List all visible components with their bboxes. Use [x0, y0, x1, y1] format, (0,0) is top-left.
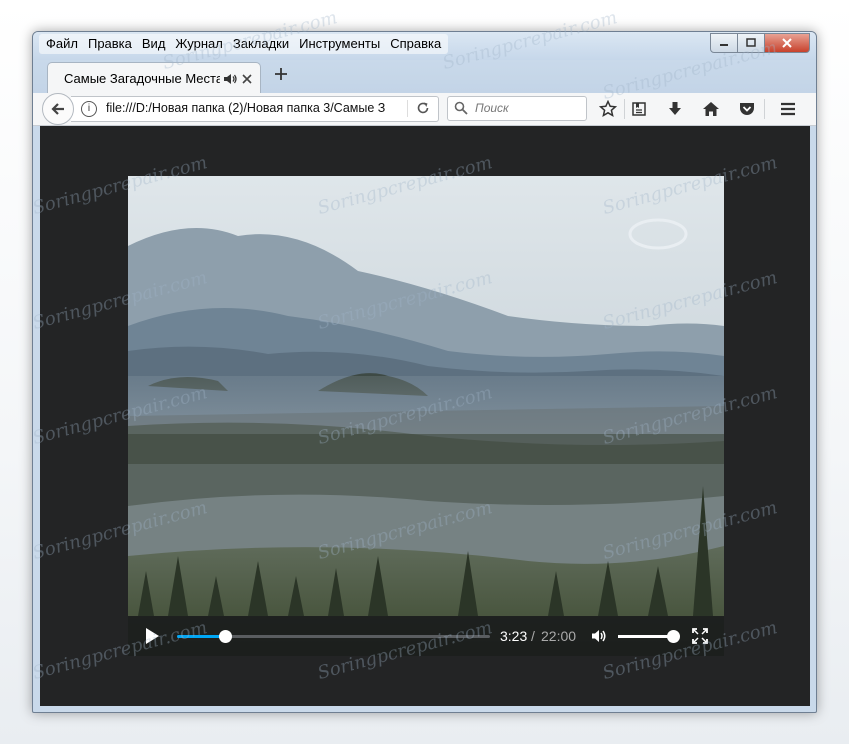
maximize-button[interactable] [738, 33, 765, 53]
menu-bar: Файл Правка Вид Журнал Закладки Инструме… [39, 34, 449, 54]
menu-view[interactable]: Вид [137, 34, 171, 54]
minimize-icon [720, 44, 728, 46]
home-button[interactable] [701, 99, 721, 119]
bookmarks-menu-button[interactable] [629, 99, 649, 119]
download-arrow-icon [669, 102, 681, 115]
seek-bar-handle[interactable] [219, 630, 233, 643]
navigation-bar: i file:///D:/Новая папка (2)/Новая папка… [33, 93, 816, 126]
menu-tools[interactable]: Инструменты [294, 34, 385, 54]
tab-title: Самые Загадочные Места.w [64, 71, 220, 86]
toolbar-divider [624, 99, 625, 119]
menu-help[interactable]: Справка [385, 34, 446, 54]
toolbar-divider [764, 99, 765, 119]
menu-bookmarks[interactable]: Закладки [228, 34, 294, 54]
close-icon [782, 38, 792, 48]
current-time: 3:23 [500, 628, 528, 644]
maximize-icon [746, 38, 756, 47]
page-content: 3:23 / 22:00 [40, 126, 810, 706]
video-frame[interactable] [128, 176, 724, 656]
tab-video[interactable]: Самые Загадочные Места.w [47, 62, 261, 94]
hamburger-menu-icon [781, 102, 795, 116]
menu-file[interactable]: Файл [41, 34, 83, 54]
info-icon[interactable]: i [81, 101, 97, 117]
pocket-icon [740, 103, 754, 115]
seek-bar-progress [177, 635, 226, 638]
downloads-button[interactable] [665, 99, 685, 119]
url-bar[interactable]: i file:///D:/Новая папка (2)/Новая папка… [71, 96, 439, 122]
bookmarks-list-icon [632, 102, 646, 116]
total-duration: 22:00 [541, 628, 577, 644]
seek-bar[interactable] [177, 630, 490, 643]
search-placeholder: Поиск [475, 101, 509, 115]
close-button[interactable] [765, 33, 810, 53]
back-button[interactable] [42, 93, 74, 125]
minimize-button[interactable] [710, 33, 738, 53]
time-separator: / [531, 628, 535, 644]
star-icon [599, 100, 617, 118]
menu-history[interactable]: Журнал [170, 34, 227, 54]
volume-icon[interactable] [590, 627, 608, 645]
tab-close-icon[interactable] [241, 73, 253, 85]
menu-edit[interactable]: Правка [83, 34, 137, 54]
back-arrow-icon [51, 103, 64, 115]
browser-window: Файл Правка Вид Журнал Закладки Инструме… [32, 31, 817, 713]
video-controls: 3:23 / 22:00 [128, 616, 724, 656]
volume-slider[interactable] [618, 630, 680, 643]
title-bar: Файл Правка Вид Журнал Закладки Инструме… [33, 32, 816, 60]
pocket-button[interactable] [737, 99, 757, 119]
play-icon[interactable] [143, 627, 161, 645]
menu-button[interactable] [778, 99, 798, 119]
reload-icon[interactable] [416, 101, 430, 115]
video-landscape-image [128, 176, 724, 656]
home-icon [703, 102, 719, 116]
speaker-icon[interactable] [222, 71, 238, 87]
bookmark-star-button[interactable] [598, 99, 618, 119]
fullscreen-icon[interactable] [691, 627, 709, 645]
url-text[interactable]: file:///D:/Новая папка (2)/Новая папка 3… [106, 101, 406, 115]
search-bar[interactable]: Поиск [447, 96, 587, 121]
volume-level [618, 635, 673, 638]
tab-strip: Самые Загадочные Места.w [33, 60, 816, 94]
search-icon [454, 101, 468, 115]
volume-handle[interactable] [667, 630, 680, 643]
window-controls [710, 33, 810, 53]
divider [407, 100, 408, 117]
new-tab-icon[interactable] [273, 66, 289, 82]
